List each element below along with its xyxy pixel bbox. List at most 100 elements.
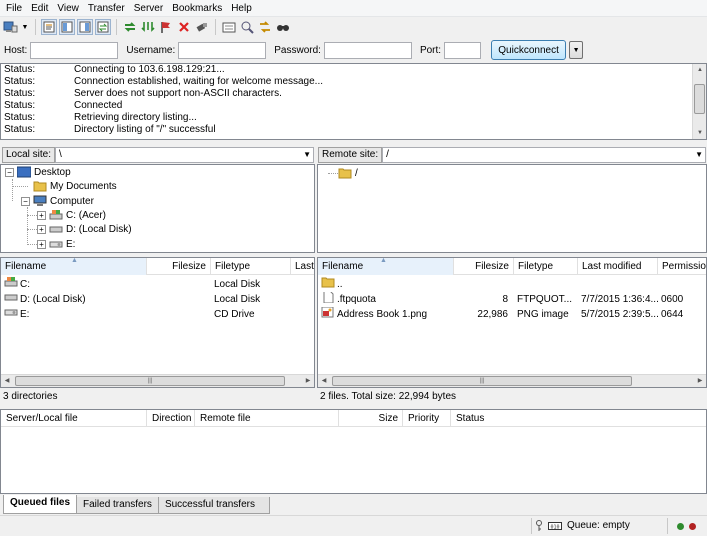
tab-successful-transfers[interactable]: Successful transfers: [157, 497, 270, 514]
menu-server[interactable]: Server: [131, 3, 169, 14]
chevron-down-icon[interactable]: ▼: [695, 148, 703, 162]
message-log[interactable]: Status: Connecting to 103.6.198.129:21...…: [0, 63, 707, 140]
tree-node-desktop[interactable]: − Desktop: [5, 165, 71, 179]
flag-icon[interactable]: [158, 19, 174, 35]
menu-edit[interactable]: Edit: [28, 3, 54, 14]
menu-transfer[interactable]: Transfer: [85, 3, 131, 14]
refresh-icon[interactable]: [122, 19, 138, 35]
process-queue-icon[interactable]: [140, 19, 156, 35]
log-scrollbar[interactable]: ▲ ▼: [692, 64, 706, 139]
col-filename[interactable]: Filename ▲: [318, 258, 454, 275]
scroll-thumb[interactable]: |||: [332, 376, 632, 386]
queue-tabs: Queued files Failed transfers Successful…: [0, 494, 707, 514]
col-direction[interactable]: Direction: [147, 410, 195, 427]
col-permissions[interactable]: Permission: [658, 258, 706, 275]
collapse-icon[interactable]: −: [21, 196, 30, 206]
expand-icon[interactable]: +: [37, 239, 46, 249]
directory-comparison-icon[interactable]: [221, 19, 237, 35]
menu-help[interactable]: Help: [228, 3, 258, 14]
log-row: Status: Retrieving directory listing...: [4, 112, 197, 123]
disconnect-icon[interactable]: [194, 19, 210, 35]
quickconnect-button[interactable]: Quickconnect: [491, 40, 567, 60]
tree-node-my-documents[interactable]: My Documents: [33, 179, 117, 193]
binary-mode-icon[interactable]: 010: [546, 518, 564, 534]
toggle-local-tree-icon[interactable]: [59, 19, 75, 35]
expand-icon[interactable]: +: [37, 210, 46, 220]
sort-asc-icon: ▲: [71, 258, 78, 264]
col-filename[interactable]: Filename ▲: [1, 258, 147, 275]
col-filesize[interactable]: Filesize: [147, 258, 211, 275]
send-led-icon: [689, 522, 696, 530]
username-label: Username:: [126, 44, 176, 56]
col-remote-file[interactable]: Remote file: [195, 410, 339, 427]
menu-file[interactable]: File: [3, 3, 28, 14]
tree-node-computer[interactable]: − Computer: [21, 194, 94, 208]
toggle-queue-icon[interactable]: [95, 19, 111, 35]
tree-node-drive-c[interactable]: + C: (Acer): [37, 208, 106, 222]
col-filetype[interactable]: Filetype: [514, 258, 578, 275]
local-tree[interactable]: − Desktop My Documents − Computer + C: (…: [0, 164, 315, 253]
local-hscrollbar[interactable]: ◀ ||| ▶: [1, 374, 314, 387]
toggle-log-icon[interactable]: [41, 19, 57, 35]
folder-icon: [33, 180, 47, 192]
table-row[interactable]: D: (Local Disk) Local Disk: [1, 292, 314, 307]
site-manager-dropdown-icon[interactable]: ▼: [20, 19, 30, 35]
cancel-icon[interactable]: [176, 19, 192, 35]
tree-node-drive-d[interactable]: + D: (Local Disk): [37, 222, 132, 236]
scroll-thumb[interactable]: [694, 84, 705, 114]
filter-icon[interactable]: [239, 19, 255, 35]
transfer-queue[interactable]: Server/Local file Direction Remote file …: [0, 409, 707, 494]
tree-node-root[interactable]: /: [338, 166, 358, 180]
scroll-up-icon[interactable]: ▲: [693, 64, 707, 76]
toggle-remote-tree-icon[interactable]: [77, 19, 93, 35]
username-input[interactable]: [178, 41, 267, 59]
file-icon: [321, 292, 335, 307]
password-input[interactable]: [323, 41, 412, 59]
col-last-modified[interactable]: Last modified: [578, 258, 658, 275]
scroll-thumb[interactable]: |||: [15, 376, 285, 386]
remote-hscrollbar[interactable]: ◀ ||| ▶: [318, 374, 706, 387]
menu-bookmarks[interactable]: Bookmarks: [169, 3, 228, 14]
scroll-left-icon[interactable]: ◀: [1, 375, 13, 387]
sync-browse-icon[interactable]: [257, 19, 273, 35]
tab-failed-transfers[interactable]: Failed transfers: [76, 497, 159, 514]
remote-file-list[interactable]: Filename ▲ Filesize Filetype Last modifie…: [317, 257, 707, 388]
col-server-local-file[interactable]: Server/Local file: [1, 410, 147, 427]
scroll-right-icon[interactable]: ▶: [302, 375, 314, 387]
col-priority[interactable]: Priority: [403, 410, 451, 427]
table-row[interactable]: .ftpquota 8 FTPQUOT... 7/7/2015 1:36:4..…: [318, 292, 706, 307]
local-file-list[interactable]: Filename ▲ Filesize Filetype Last C: Loca…: [0, 257, 315, 388]
host-input[interactable]: [30, 41, 119, 59]
col-filesize[interactable]: Filesize: [454, 258, 514, 275]
menu-view[interactable]: View: [54, 3, 85, 14]
site-manager-icon[interactable]: [2, 19, 18, 35]
col-filetype[interactable]: Filetype: [211, 258, 291, 275]
scroll-down-icon[interactable]: ▼: [693, 127, 707, 139]
folder-icon: [338, 167, 352, 179]
table-row[interactable]: C: Local Disk: [1, 277, 314, 292]
port-input[interactable]: [444, 41, 482, 59]
scroll-left-icon[interactable]: ◀: [318, 375, 330, 387]
col-status[interactable]: Status: [451, 410, 706, 427]
local-path-input[interactable]: \ ▼: [55, 147, 314, 163]
cd-drive-icon: [49, 238, 63, 250]
remote-tree[interactable]: /: [317, 164, 707, 253]
chevron-down-icon[interactable]: ▼: [303, 148, 311, 162]
quickconnect-dropdown-icon[interactable]: ▼: [569, 41, 584, 59]
local-site-bar: Local site: \ ▼: [2, 146, 314, 164]
log-row: Status: Server does not support non-ASCII…: [4, 88, 282, 99]
search-icon[interactable]: [275, 19, 291, 35]
remote-path-input[interactable]: / ▼: [382, 147, 706, 163]
port-label: Port:: [419, 44, 442, 56]
table-row[interactable]: Address Book 1.png 22,986 PNG image 5/7/…: [318, 307, 706, 322]
expand-icon[interactable]: +: [37, 224, 46, 234]
col-last[interactable]: Last: [291, 258, 314, 275]
scroll-right-icon[interactable]: ▶: [694, 375, 706, 387]
table-row[interactable]: E: CD Drive: [1, 307, 314, 322]
tab-queued-files[interactable]: Queued files: [3, 495, 78, 514]
table-row[interactable]: ..: [318, 277, 706, 292]
col-size[interactable]: Size: [339, 410, 403, 427]
tree-node-drive-e[interactable]: + E:: [37, 237, 75, 251]
collapse-icon[interactable]: −: [5, 167, 14, 177]
log-row: Status: Connection established, waiting f…: [4, 76, 324, 87]
